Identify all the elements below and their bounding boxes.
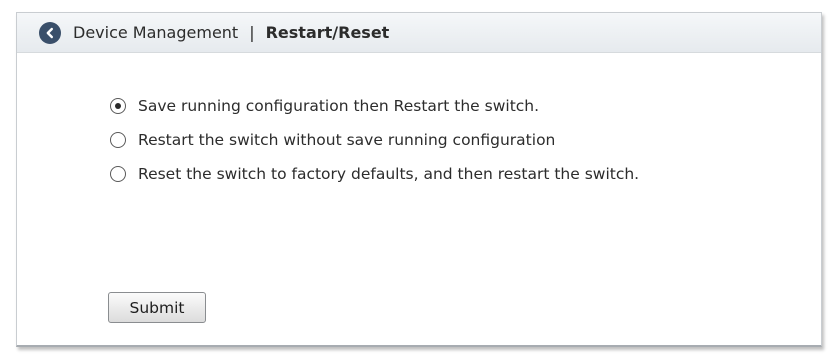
option-label: Restart the switch without save running … — [138, 131, 556, 149]
page-title: Restart/Reset — [265, 23, 390, 42]
radio-save-and-restart[interactable] — [110, 98, 126, 114]
back-button[interactable] — [39, 21, 61, 44]
breadcrumb-separator: | — [249, 23, 255, 42]
option-save-and-restart[interactable]: Save running configuration then Restart … — [110, 89, 639, 123]
chevron-left-icon — [46, 27, 53, 38]
option-label: Reset the switch to factory defaults, an… — [138, 165, 640, 183]
option-factory-reset[interactable]: Reset the switch to factory defaults, an… — [110, 157, 639, 191]
radio-factory-reset[interactable] — [110, 166, 126, 182]
restart-reset-panel: Device Management | Restart/Reset Save r… — [16, 12, 822, 347]
breadcrumb-device-management[interactable]: Device Management — [73, 23, 238, 42]
submit-button[interactable]: Submit — [108, 292, 206, 323]
restart-options-group: Save running configuration then Restart … — [110, 89, 639, 191]
page-header: Device Management | Restart/Reset — [17, 13, 821, 53]
option-label: Save running configuration then Restart … — [138, 97, 540, 115]
radio-selected-dot — [115, 103, 121, 109]
option-restart-without-save[interactable]: Restart the switch without save running … — [110, 123, 639, 157]
radio-restart-without-save[interactable] — [110, 132, 126, 148]
